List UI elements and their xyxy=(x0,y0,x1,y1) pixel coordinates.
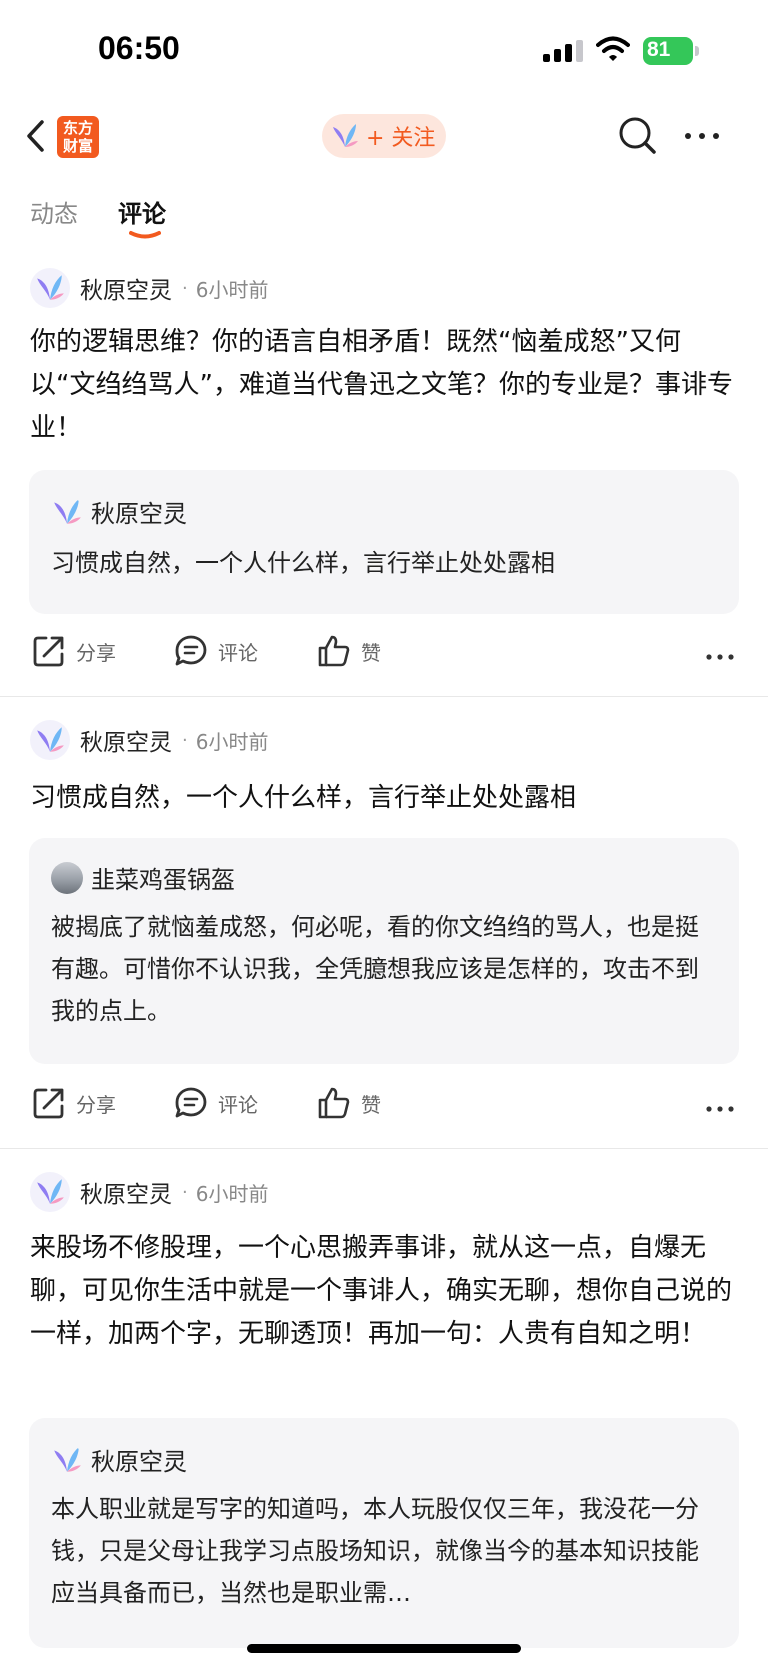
wifi-icon xyxy=(596,36,630,61)
quote-header: 秋原空灵 xyxy=(51,494,187,529)
post-time: 6小时前 xyxy=(195,277,269,302)
tab-news[interactable]: 动态 xyxy=(30,194,78,229)
share-label: 分享 xyxy=(76,1092,116,1117)
avatar xyxy=(51,1444,83,1476)
like-label: 赞 xyxy=(361,1092,381,1117)
status-bar: 06:50 81 xyxy=(0,0,768,100)
home-indicator[interactable] xyxy=(247,1644,521,1653)
post-time: 6小时前 xyxy=(195,1181,269,1206)
app-logo[interactable]: 东方财富 xyxy=(57,116,99,158)
divider xyxy=(0,1148,768,1149)
quoted-comment[interactable]: 秋原空灵 习惯成自然，一个人什么样，言行举止处处露相 xyxy=(29,470,739,614)
post-content[interactable]: 你的逻辑思维？你的语言自相矛盾！既然“恼羞成怒”又何以“文绉绉骂人”，难道当代鲁… xyxy=(30,321,738,450)
battery-level: 81 xyxy=(647,38,671,61)
back-arrow-icon[interactable] xyxy=(24,118,48,154)
username[interactable]: 秋原空灵 xyxy=(80,723,172,757)
action-bar: 分享 评论 赞 xyxy=(0,634,768,678)
butterfly-icon xyxy=(333,124,358,147)
butterfly-icon xyxy=(54,498,81,524)
post-content[interactable]: 习惯成自然，一个人什么样，言行举止处处露相 xyxy=(30,777,738,820)
post-header: 秋原空灵 · 6小时前 xyxy=(30,1171,268,1213)
nav-bar: 东方财富 + 关注 xyxy=(0,108,768,164)
quote-text: 被揭底了就恼羞成怒，何必呢，看的你文绉绉的骂人，也是挺有趣。可惜你不认识我，全凭… xyxy=(51,913,699,1025)
avatar[interactable] xyxy=(30,720,70,760)
quote-username: 韭菜鸡蛋锅盔 xyxy=(91,866,235,894)
thumbs-up-icon xyxy=(318,635,350,667)
quoted-comment[interactable]: 韭菜鸡蛋锅盔 被揭底了就恼羞成怒，何必呢，看的你文绉绉的骂人，也是挺有趣。可惜你… xyxy=(29,838,739,1064)
cellular-signal-icon xyxy=(543,40,583,62)
avatar[interactable] xyxy=(30,268,70,308)
search-icon[interactable] xyxy=(618,116,658,156)
status-time: 06:50 xyxy=(98,30,180,66)
avatar xyxy=(51,496,83,528)
tab-comments[interactable]: 评论 xyxy=(118,194,166,229)
like-label: 赞 xyxy=(361,640,381,665)
share-button[interactable]: 分享 xyxy=(32,1086,116,1120)
quoted-comment[interactable]: 秋原空灵 本人职业就是写字的知道吗，本人玩股仅仅三年，我没花一分钱，只是父母让我… xyxy=(29,1418,739,1648)
avatar xyxy=(51,861,83,894)
quote-username: 秋原空灵 xyxy=(91,1448,187,1476)
share-button[interactable]: 分享 xyxy=(32,634,116,668)
butterfly-icon xyxy=(37,1179,64,1204)
comment-button[interactable]: 评论 xyxy=(174,1086,258,1120)
avatar[interactable] xyxy=(30,1172,70,1212)
quote-text: 本人职业就是写字的知道吗，本人玩股仅仅三年，我没花一分钱，只是父母让我学习点股场… xyxy=(51,1495,699,1607)
share-icon xyxy=(33,636,64,667)
comment-button[interactable]: 评论 xyxy=(174,634,258,668)
separator-dot: · xyxy=(182,277,188,299)
username[interactable]: 秋原空灵 xyxy=(80,271,172,305)
post-header: 秋原空灵 · 6小时前 xyxy=(30,267,268,309)
more-options-icon[interactable] xyxy=(684,132,720,140)
butterfly-icon xyxy=(37,727,64,752)
divider xyxy=(0,696,768,697)
separator-dot: · xyxy=(182,1181,188,1203)
comment-icon xyxy=(175,1087,207,1118)
follow-button[interactable]: + 关注 xyxy=(322,114,446,158)
butterfly-icon xyxy=(37,275,64,300)
quote-header: 秋原空灵 xyxy=(51,1442,187,1477)
butterfly-icon xyxy=(54,1446,81,1472)
share-label: 分享 xyxy=(76,640,116,665)
follow-label: + 关注 xyxy=(366,126,436,151)
comment-icon xyxy=(175,635,207,666)
more-options-icon[interactable] xyxy=(706,654,734,660)
post-time: 6小时前 xyxy=(195,729,269,754)
more-options-icon[interactable] xyxy=(706,1106,734,1112)
quote-header: 韭菜鸡蛋锅盔 xyxy=(51,860,235,895)
like-button[interactable]: 赞 xyxy=(317,634,381,668)
comment-label: 评论 xyxy=(218,1092,258,1117)
comment-label: 评论 xyxy=(218,640,258,665)
thumbs-up-icon xyxy=(318,1087,350,1119)
tab-active-indicator xyxy=(129,231,161,239)
quote-text: 习惯成自然，一个人什么样，言行举止处处露相 xyxy=(51,549,555,577)
post-header: 秋原空灵 · 6小时前 xyxy=(30,719,268,761)
separator-dot: · xyxy=(182,729,188,751)
action-bar: 分享 评论 赞 xyxy=(0,1086,768,1130)
share-icon xyxy=(33,1088,64,1119)
tab-bar: 动态 评论 xyxy=(0,190,768,240)
battery-icon: 81 xyxy=(643,37,699,65)
quote-username: 秋原空灵 xyxy=(91,500,187,528)
post-content[interactable]: 来股场不修股理，一个心思搬弄事诽，就从这一点，自爆无聊，可见你生活中就是一个事诽… xyxy=(30,1227,738,1356)
like-button[interactable]: 赞 xyxy=(317,1086,381,1120)
username[interactable]: 秋原空灵 xyxy=(80,1175,172,1209)
